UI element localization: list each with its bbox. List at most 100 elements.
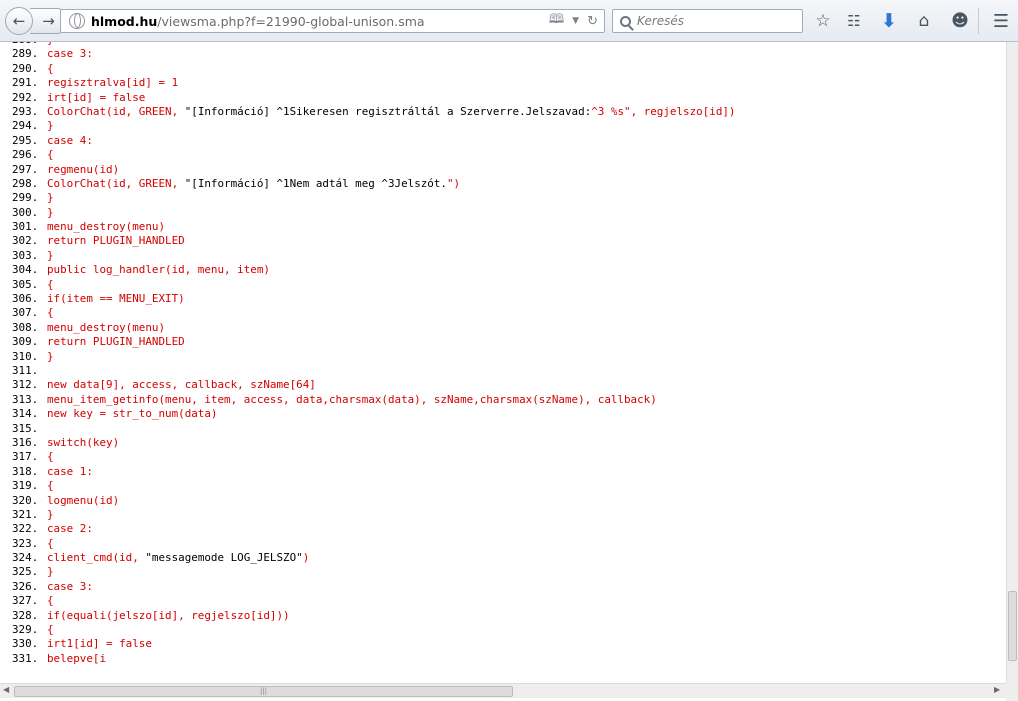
back-button[interactable]: ← xyxy=(5,7,33,35)
code-line: 326. case 3: xyxy=(12,580,736,594)
download-arrow-icon[interactable]: ⬇ xyxy=(878,10,900,32)
code-line: 331. belepve[i xyxy=(12,652,736,666)
code-line: 329. { xyxy=(12,623,736,637)
code-text: { xyxy=(47,594,54,608)
line-number: 325. xyxy=(12,565,39,579)
code-line: 305. { xyxy=(12,278,736,292)
code-text: } xyxy=(47,349,54,363)
forward-button[interactable]: → xyxy=(30,8,62,34)
line-number: 297. xyxy=(12,162,39,176)
line-number: 320. xyxy=(12,493,39,507)
line-number: 296. xyxy=(12,148,39,162)
code-line: 296. { xyxy=(12,148,736,162)
page-content: 288.}289.case 3:290.{291.regisztralva[id… xyxy=(0,42,1006,683)
code-text: { xyxy=(47,148,54,162)
url-bar[interactable]: hlmod.hu/viewsma.php?f=21990-global-unis… xyxy=(60,9,605,33)
code-line: 316. switch(key) xyxy=(12,436,736,450)
code-text: { xyxy=(47,479,54,493)
toolbar-separator xyxy=(978,8,979,34)
code-text: { xyxy=(47,306,54,320)
code-text: new data[9], access, callback, szName[64… xyxy=(47,378,316,392)
bookmark-star-icon[interactable]: ☆ xyxy=(812,10,834,32)
code-text: logmenu(id) xyxy=(47,493,120,507)
code-text: case 4: xyxy=(47,133,93,147)
line-number: 293. xyxy=(12,104,39,118)
string-literal: "messagemode LOG_JELSZO" xyxy=(145,551,303,565)
code-text: belepve[i xyxy=(47,651,107,665)
code-line: 327. { xyxy=(12,594,736,608)
code-text: { xyxy=(47,450,54,464)
code-line: 293. ColorChat(id, GREEN, "[Információ] ^… xyxy=(12,105,736,119)
scroll-left-arrow-icon[interactable]: ◀ xyxy=(3,685,9,694)
line-number: 324. xyxy=(12,551,39,565)
horizontal-scrollbar[interactable]: ◀ ||| ▶ xyxy=(0,683,1006,698)
scroll-right-arrow-icon[interactable]: ▶ xyxy=(994,685,1000,694)
smiley-icon[interactable]: ☻ xyxy=(949,10,971,32)
code-text: client_cmd(id, xyxy=(47,551,146,565)
code-text: irt[id] = false xyxy=(47,90,146,104)
code-text: switch(key) xyxy=(47,435,120,449)
code-line: 297. regmenu(id) xyxy=(12,163,736,177)
code-text: if(equali(jelszo[id], regjelszo[id])) xyxy=(47,608,290,622)
search-placeholder: Keresés xyxy=(637,14,685,28)
code-line: 300.} xyxy=(12,206,736,220)
reload-icon[interactable]: ↻ xyxy=(587,14,598,29)
hamburger-menu-icon[interactable]: ☰ xyxy=(990,10,1012,32)
code-text: } xyxy=(47,42,54,46)
code-line: 312. new data[9], access, callback, szNam… xyxy=(12,378,736,392)
home-icon[interactable]: ⌂ xyxy=(913,10,935,32)
line-number: 330. xyxy=(12,637,39,651)
bookmarks-list-icon[interactable]: ☷ xyxy=(843,10,865,32)
line-number: 301. xyxy=(12,220,39,234)
line-number: 315. xyxy=(12,421,39,435)
string-literal: "[Információ] ^1Sikeresen regisztráltál … xyxy=(184,104,592,118)
code-line: 303.} xyxy=(12,249,736,263)
code-text: , regjelszo[id]) xyxy=(630,104,736,118)
code-line: 317. { xyxy=(12,450,736,464)
line-number: 302. xyxy=(12,234,39,248)
line-number: 314. xyxy=(12,407,39,421)
arrow-right-icon: → xyxy=(42,12,55,30)
code-line: 330. irt1[id] = false xyxy=(12,637,736,651)
vertical-scroll-thumb[interactable] xyxy=(1008,591,1017,661)
code-line: 315. xyxy=(12,422,736,436)
code-text: ColorChat(id, GREEN, xyxy=(47,176,185,190)
line-number: 310. xyxy=(12,349,39,363)
line-number: 313. xyxy=(12,392,39,406)
code-line: 304. public log_handler(id, menu, item) xyxy=(12,263,736,277)
horizontal-scroll-thumb[interactable]: ||| xyxy=(14,686,513,697)
code-line: 322. case 2: xyxy=(12,522,736,536)
line-number: 305. xyxy=(12,277,39,291)
line-number: 309. xyxy=(12,335,39,349)
code-line: 319. { xyxy=(12,479,736,493)
vertical-scrollbar[interactable] xyxy=(1006,42,1018,683)
code-text: ^3 %s" xyxy=(591,104,631,118)
line-number: 304. xyxy=(12,263,39,277)
line-number: 323. xyxy=(12,536,39,550)
dropdown-icon[interactable]: ▼ xyxy=(572,16,579,26)
reader-view-icon[interactable]: 🕮 xyxy=(549,10,564,32)
line-number: 328. xyxy=(12,608,39,622)
code-line: 292. irt[id] = false xyxy=(12,91,736,105)
code-text: } xyxy=(47,191,54,205)
code-text: menu_destroy(menu) xyxy=(47,320,166,334)
code-text: ") xyxy=(446,176,461,190)
code-text: regisztralva[id] = 1 xyxy=(47,76,179,90)
line-number: 307. xyxy=(12,306,39,320)
code-text: { xyxy=(47,61,54,75)
line-number: 326. xyxy=(12,579,39,593)
globe-icon xyxy=(69,13,85,29)
string-literal: "[Információ] ^1Nem adtál meg ^3Jelszót. xyxy=(184,176,447,190)
line-number: 331. xyxy=(12,651,39,665)
line-number: 329. xyxy=(12,623,39,637)
code-text: } xyxy=(47,119,54,133)
line-number: 295. xyxy=(12,133,39,147)
search-input[interactable]: Keresés xyxy=(612,9,803,33)
code-line: 308. menu_destroy(menu) xyxy=(12,321,736,335)
code-line: 310.} xyxy=(12,350,736,364)
search-icon xyxy=(620,15,631,27)
code-line: 295. case 4: xyxy=(12,134,736,148)
code-text: { xyxy=(47,277,54,291)
code-text: public log_handler(id, menu, item) xyxy=(47,263,270,277)
line-number: 292. xyxy=(12,90,39,104)
